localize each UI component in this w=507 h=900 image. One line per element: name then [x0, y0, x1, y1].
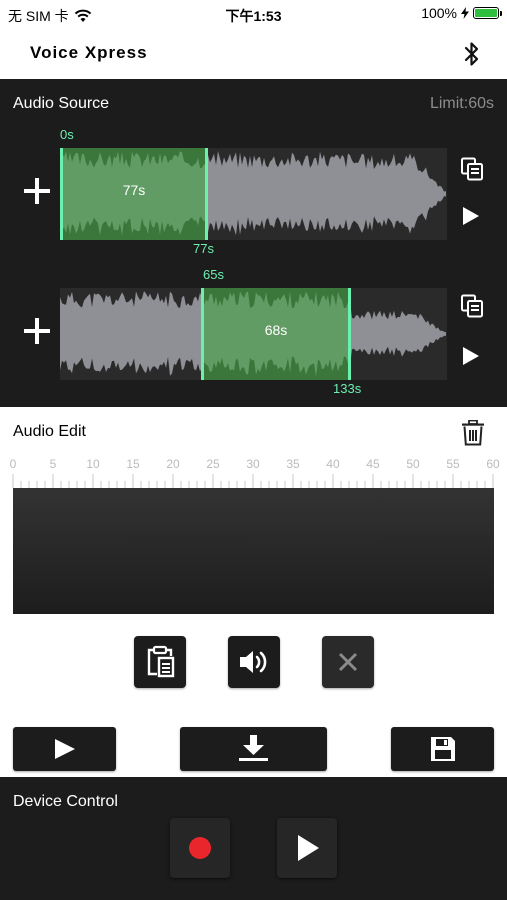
app-title: Voice Xpress	[30, 43, 148, 62]
audio-source-heading: Audio Source	[13, 95, 110, 112]
download-icon	[239, 735, 268, 761]
paste-icon	[147, 645, 175, 678]
play-source-2-button[interactable]	[463, 347, 479, 365]
play-source-1-button[interactable]	[463, 207, 479, 225]
play-icon	[55, 739, 75, 759]
source-track-1: 0s 77s 77s	[0, 124, 507, 264]
download-button[interactable]	[180, 727, 327, 771]
track-1-selection[interactable]: 77s	[60, 148, 208, 240]
bluetooth-icon[interactable]	[461, 40, 483, 68]
play-icon	[298, 835, 319, 861]
edit-timeline-area[interactable]	[13, 488, 494, 614]
add-source-1-button[interactable]	[24, 178, 50, 204]
audio-edit-heading: Audio Edit	[13, 423, 86, 440]
record-icon	[189, 837, 211, 859]
track-2-end-label: 133s	[333, 381, 362, 396]
save-button[interactable]	[391, 727, 494, 771]
nav-bar: Voice Xpress	[0, 30, 507, 78]
record-button[interactable]	[170, 818, 230, 878]
source-track-2: 65s 68s 133s	[0, 264, 507, 404]
add-source-2-button[interactable]	[24, 318, 50, 344]
floppy-disk-icon	[431, 737, 455, 761]
audio-source-panel: Audio Source Limit:60s 0s 77s 77s 65s 68…	[0, 79, 507, 407]
clear-button[interactable]	[322, 636, 374, 688]
timeline-ruler: 0 5 10 15 20 25 30 35 40 45 50 55 60	[0, 456, 507, 490]
volume-button[interactable]	[228, 636, 280, 688]
status-right: 100%	[421, 5, 502, 21]
copy-icon[interactable]	[460, 294, 484, 318]
track-2-selection[interactable]: 68s	[201, 288, 351, 380]
device-control-panel: Device Control	[0, 777, 507, 900]
track-2-start-label: 65s	[203, 267, 224, 282]
status-bar: 无 SIM 卡 下午1:53 100%	[0, 0, 507, 30]
close-icon	[338, 652, 358, 672]
battery-percent: 100%	[421, 5, 457, 21]
trash-icon[interactable]	[461, 420, 485, 446]
limit-label: Limit:60s	[429, 95, 494, 112]
paste-button[interactable]	[134, 636, 186, 688]
track-1-end-label: 77s	[193, 241, 214, 256]
device-control-heading: Device Control	[13, 793, 118, 810]
play-edit-button[interactable]	[13, 727, 116, 771]
device-play-button[interactable]	[277, 818, 337, 878]
battery-icon	[473, 7, 502, 19]
copy-icon[interactable]	[460, 157, 484, 181]
track-2-waveform[interactable]: 68s	[60, 288, 447, 380]
charging-bolt-icon	[461, 7, 469, 19]
track-2-selection-duration: 68s	[264, 322, 288, 338]
track-1-waveform[interactable]: 77s	[60, 148, 447, 240]
volume-icon	[240, 651, 267, 673]
track-1-start-label: 0s	[60, 127, 74, 142]
ruler-ticks	[12, 474, 494, 488]
track-1-selection-duration: 77s	[122, 182, 146, 198]
